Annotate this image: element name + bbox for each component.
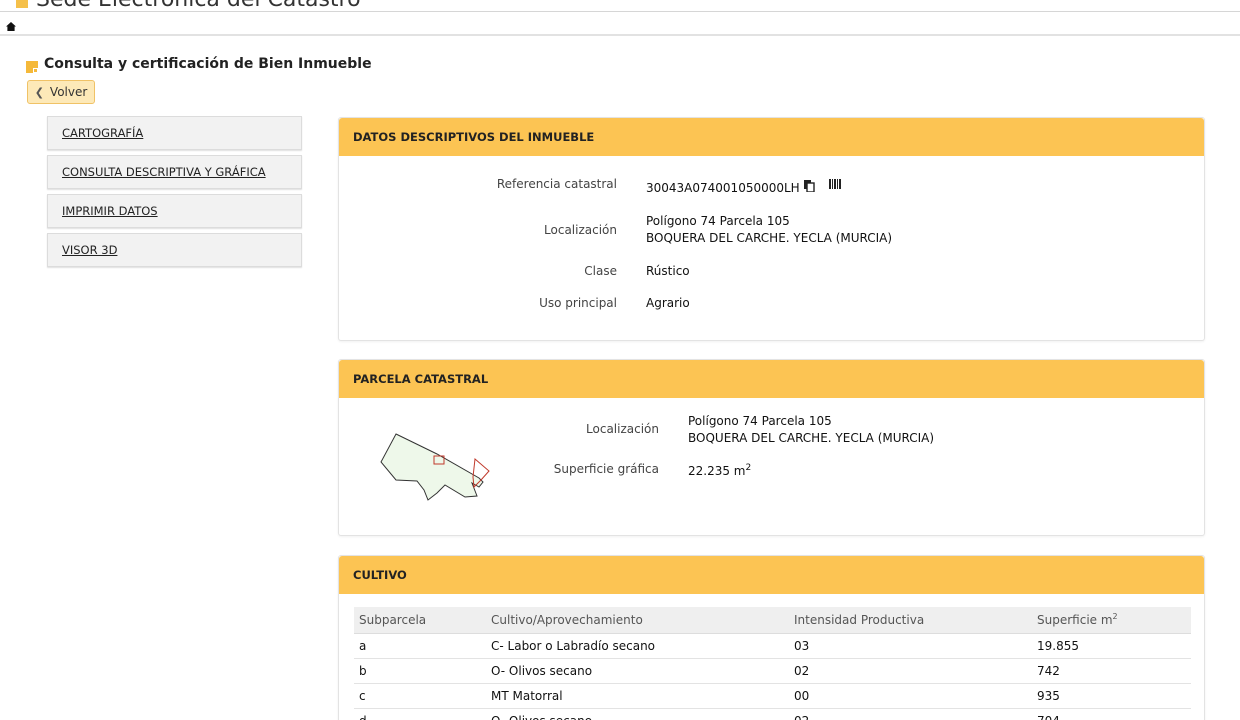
location-line2: BOQUERA DEL CARCHE. YECLA (MURCIA) xyxy=(646,231,893,245)
location-line1: Polígono 74 Parcela 105 xyxy=(646,214,790,228)
location-label: Localización xyxy=(544,223,617,237)
parcel-panel-heading: PARCELA CATASTRAL xyxy=(339,360,1204,398)
surface-exponent: 2 xyxy=(745,463,752,473)
location-value: Polígono 74 Parcela 105 BOQUERA DEL CARC… xyxy=(646,213,892,247)
parcel-location-value: Polígono 74 Parcela 105 BOQUERA DEL CARC… xyxy=(688,413,934,447)
cell-crop: O- Olivos secano xyxy=(486,708,789,720)
col-surface-exponent: 2 xyxy=(1112,612,1118,622)
cell-intensity: 03 xyxy=(789,633,1032,659)
table-header-row: Subparcela Cultivo/Aprovechamiento Inten… xyxy=(354,607,1191,634)
cell-intensity: 02 xyxy=(789,658,1032,684)
class-value: Rústico xyxy=(646,264,690,278)
site-header: Sede Electrónica del Catastro xyxy=(0,0,1240,12)
col-subparcel: Subparcela xyxy=(354,607,486,634)
ref-value-row: 30043A074001050000LH xyxy=(646,177,842,197)
surface-number: 22.235 m xyxy=(688,464,746,478)
side-menu: CARTOGRAFÍA CONSULTA DESCRIPTIVA Y GRÁFI… xyxy=(47,116,302,272)
table-row: a C- Labor o Labradío secano 03 19.855 xyxy=(354,633,1191,659)
parcel-location-line1: Polígono 74 Parcela 105 xyxy=(688,414,832,428)
chevron-left-icon: ❮ xyxy=(34,85,44,99)
parcel-map[interactable] xyxy=(379,432,494,502)
cell-crop: C- Labor o Labradío secano xyxy=(486,633,789,659)
sidebar-item-imprimir-datos[interactable]: IMPRIMIR DATOS xyxy=(47,194,302,228)
ref-value: 30043A074001050000LH xyxy=(646,181,800,195)
barcode-icon[interactable] xyxy=(828,177,842,194)
back-button[interactable]: ❮ Volver xyxy=(27,80,95,104)
crops-panel-heading: CULTIVO xyxy=(339,556,1204,594)
cell-surface: 704 xyxy=(1032,708,1191,720)
sidebar-item-consulta-descriptiva[interactable]: CONSULTA DESCRIPTIVA Y GRÁFICA xyxy=(47,155,302,189)
table-row: d O- Olivos secano 02 704 xyxy=(354,708,1191,720)
descriptive-panel: DATOS DESCRIPTIVOS DEL INMUEBLE Referenc… xyxy=(338,117,1205,341)
class-label: Clase xyxy=(584,264,617,278)
cell-subparcel: c xyxy=(354,683,486,709)
page-title: Consulta y certificación de Bien Inmuebl… xyxy=(44,56,372,72)
cell-surface: 742 xyxy=(1032,658,1191,684)
crops-panel: CULTIVO Subparcela Cultivo/Aprovechamien… xyxy=(338,555,1205,720)
cell-crop: O- Olivos secano xyxy=(486,658,789,684)
sidebar-item-visor-3d[interactable]: VISOR 3D xyxy=(47,233,302,267)
cell-intensity: 00 xyxy=(789,683,1032,709)
cell-crop: MT Matorral xyxy=(486,683,789,709)
surface-value: 22.235 m2 xyxy=(688,460,751,480)
crops-table: Subparcela Cultivo/Aprovechamiento Inten… xyxy=(354,607,1191,720)
col-crop: Cultivo/Aprovechamiento xyxy=(486,607,789,634)
document-icon xyxy=(26,58,38,73)
parcel-location-line2: BOQUERA DEL CARCHE. YECLA (MURCIA) xyxy=(688,431,935,445)
page-title-row: Consulta y certificación de Bien Inmuebl… xyxy=(26,56,372,73)
col-intensity: Intensidad Productiva xyxy=(789,607,1032,634)
ref-label: Referencia catastral xyxy=(496,177,617,191)
cell-intensity: 02 xyxy=(789,708,1032,720)
cell-surface: 19.855 xyxy=(1032,633,1191,659)
descriptive-panel-heading: DATOS DESCRIPTIVOS DEL INMUEBLE xyxy=(339,118,1204,156)
back-button-label: Volver xyxy=(49,85,88,99)
logo-icon xyxy=(16,0,28,8)
sidebar-item-cartografia[interactable]: CARTOGRAFÍA xyxy=(47,116,302,150)
cell-surface: 935 xyxy=(1032,683,1191,709)
cell-subparcel: d xyxy=(354,708,486,720)
col-surface: Superficie m2 xyxy=(1032,607,1191,634)
use-label: Uso principal xyxy=(539,296,617,310)
copy-icon[interactable] xyxy=(803,180,815,197)
cell-subparcel: b xyxy=(354,658,486,684)
breadcrumb xyxy=(0,13,1240,36)
cell-subparcel: a xyxy=(354,633,486,659)
site-title: Sede Electrónica del Catastro xyxy=(36,0,361,11)
parcel-location-label: Localización xyxy=(586,422,659,436)
use-value: Agrario xyxy=(646,296,690,310)
table-row: c MT Matorral 00 935 xyxy=(354,683,1191,709)
table-row: b O- Olivos secano 02 742 xyxy=(354,658,1191,684)
col-surface-label: Superficie m xyxy=(1037,613,1113,628)
surface-label: Superficie gráfica xyxy=(553,462,659,476)
home-icon[interactable] xyxy=(6,16,16,35)
parcel-panel: PARCELA CATASTRAL Localización Polígono … xyxy=(338,359,1205,536)
